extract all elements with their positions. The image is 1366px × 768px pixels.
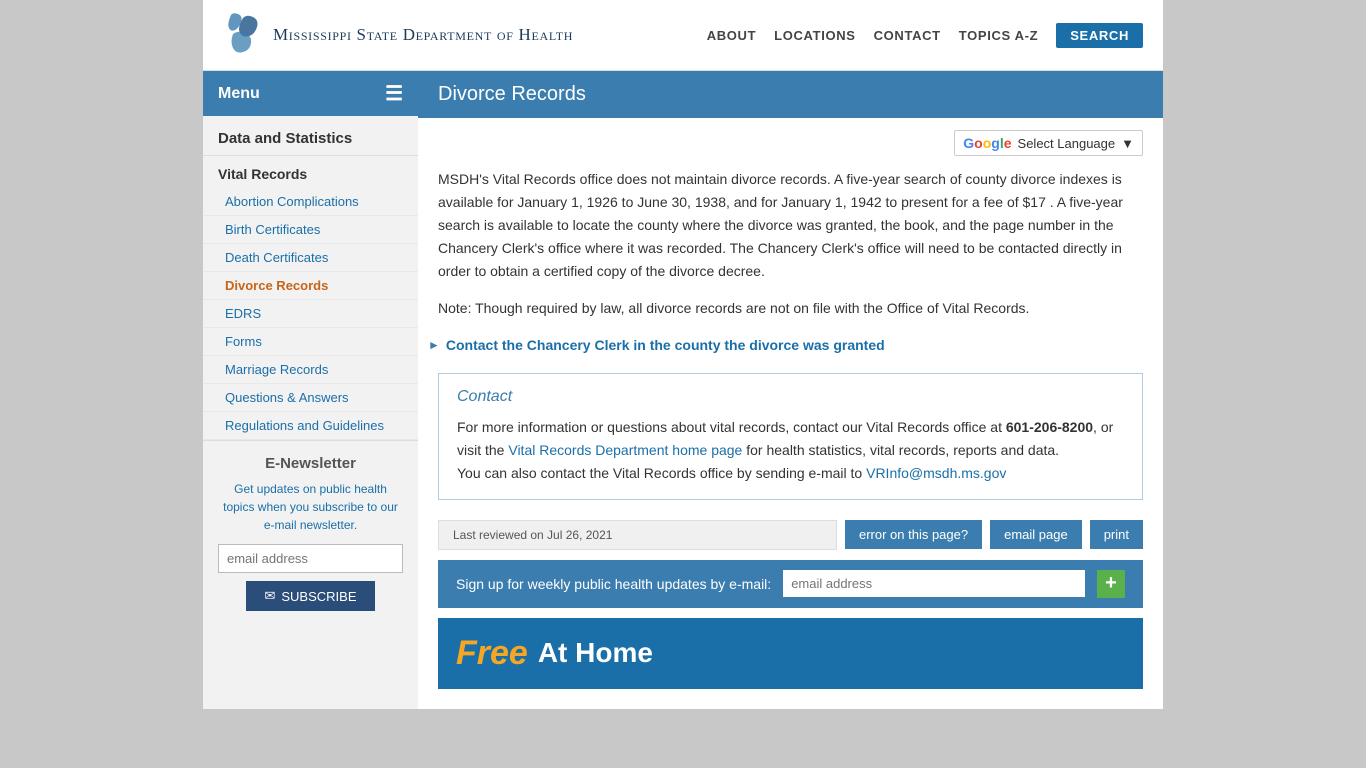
sidebar: Menu ☰ Data and Statistics Vital Records… bbox=[203, 71, 418, 709]
contact-text-before-phone: For more information or questions about … bbox=[457, 419, 1006, 435]
signup-plus-button[interactable]: + bbox=[1097, 570, 1125, 598]
translate-bar: Google Select Language ▼ bbox=[418, 130, 1163, 168]
print-button[interactable]: print bbox=[1090, 520, 1143, 549]
nav-contact[interactable]: CONTACT bbox=[874, 28, 941, 43]
error-button[interactable]: error on this page? bbox=[845, 520, 982, 549]
translate-widget[interactable]: Google Select Language ▼ bbox=[954, 130, 1143, 156]
envelope-icon: ✉ bbox=[264, 588, 275, 604]
enewsletter-desc: Get updates on public health topics when… bbox=[218, 480, 403, 534]
sidebar-section-title: Data and Statistics bbox=[203, 116, 418, 156]
sidebar-item-edrs[interactable]: EDRS bbox=[203, 300, 418, 328]
sidebar-item-forms[interactable]: Forms bbox=[203, 328, 418, 356]
google-g-icon: Google bbox=[963, 135, 1011, 151]
nav-links: ABOUT LOCATIONS CONTACT TOPICS A-Z SEARC… bbox=[707, 23, 1143, 48]
signup-email-input[interactable] bbox=[783, 570, 1085, 597]
hamburger-icon[interactable]: ☰ bbox=[385, 81, 403, 106]
enewsletter-box: E-Newsletter Get updates on public healt… bbox=[203, 440, 418, 625]
contact-text: For more information or questions about … bbox=[457, 416, 1124, 485]
contact-phone: 601-206-8200 bbox=[1006, 419, 1093, 435]
contact-text-after-link: for health statistics, vital records, re… bbox=[742, 442, 1059, 458]
nav-locations[interactable]: LOCATIONS bbox=[774, 28, 855, 43]
banner-rest-text: At Home bbox=[538, 637, 653, 669]
content-area: Menu ☰ Data and Statistics Vital Records… bbox=[203, 71, 1163, 709]
arrow-icon: ► bbox=[428, 338, 440, 352]
body-text: MSDH's Vital Records office does not mai… bbox=[418, 168, 1163, 321]
sidebar-item-regulations[interactable]: Regulations and Guidelines bbox=[203, 412, 418, 440]
subscribe-button[interactable]: ✉ SUBSCRIBE bbox=[246, 581, 374, 611]
logo-icon bbox=[223, 10, 263, 60]
signup-strip: Sign up for weekly public health updates… bbox=[438, 560, 1143, 608]
enewsletter-title: E-Newsletter bbox=[218, 455, 403, 472]
menu-label: Menu bbox=[218, 85, 260, 103]
nav-topics-az[interactable]: TOPICS A-Z bbox=[959, 28, 1038, 43]
logo-area: Mississippi State Department of Health bbox=[223, 10, 573, 60]
footer-bar: Last reviewed on Jul 26, 2021 error on t… bbox=[438, 520, 1143, 550]
sidebar-item-qa[interactable]: Questions & Answers bbox=[203, 384, 418, 412]
email-input-newsletter[interactable] bbox=[218, 544, 403, 573]
chevron-down-icon: ▼ bbox=[1121, 136, 1134, 151]
body-note: Note: Though required by law, all divorc… bbox=[438, 297, 1143, 320]
sidebar-item-marriage[interactable]: Marriage Records bbox=[203, 356, 418, 384]
sidebar-item-birth[interactable]: Birth Certificates bbox=[203, 216, 418, 244]
subscribe-label: SUBSCRIBE bbox=[281, 589, 356, 604]
email-page-button[interactable]: email page bbox=[990, 520, 1082, 549]
main-content: Divorce Records Google Select Language ▼… bbox=[418, 71, 1163, 709]
nav-about[interactable]: ABOUT bbox=[707, 28, 756, 43]
contact-title: Contact bbox=[457, 388, 1124, 406]
body-paragraph-1: MSDH's Vital Records office does not mai… bbox=[438, 168, 1143, 283]
banner-free-text: Free bbox=[456, 634, 528, 673]
nav-search[interactable]: SEARCH bbox=[1056, 23, 1143, 48]
sidebar-category-vital: Vital Records bbox=[203, 156, 418, 188]
header: Mississippi State Department of Health A… bbox=[203, 0, 1163, 71]
contact-email-link[interactable]: VRInfo@msdh.ms.gov bbox=[866, 465, 1006, 481]
sidebar-item-death[interactable]: Death Certificates bbox=[203, 244, 418, 272]
sidebar-item-divorce[interactable]: Divorce Records bbox=[203, 272, 418, 300]
contact-section: Contact For more information or question… bbox=[438, 373, 1143, 500]
chancery-link[interactable]: Contact the Chancery Clerk in the county… bbox=[446, 337, 885, 353]
translate-label: Select Language bbox=[1018, 136, 1116, 151]
logo-text: Mississippi State Department of Health bbox=[273, 25, 573, 45]
vr-home-link[interactable]: Vital Records Department home page bbox=[508, 442, 742, 458]
last-reviewed: Last reviewed on Jul 26, 2021 bbox=[438, 520, 837, 550]
sidebar-menu-bar[interactable]: Menu ☰ bbox=[203, 71, 418, 116]
page-title-bar: Divorce Records bbox=[418, 71, 1163, 118]
sidebar-item-abortion[interactable]: Abortion Complications bbox=[203, 188, 418, 216]
chancery-link-area: ► Contact the Chancery Clerk in the coun… bbox=[428, 337, 1163, 353]
signup-strip-label: Sign up for weekly public health updates… bbox=[456, 576, 771, 592]
contact-email-text: You can also contact the Vital Records o… bbox=[457, 465, 866, 481]
bottom-banner: Free At Home bbox=[438, 618, 1143, 689]
